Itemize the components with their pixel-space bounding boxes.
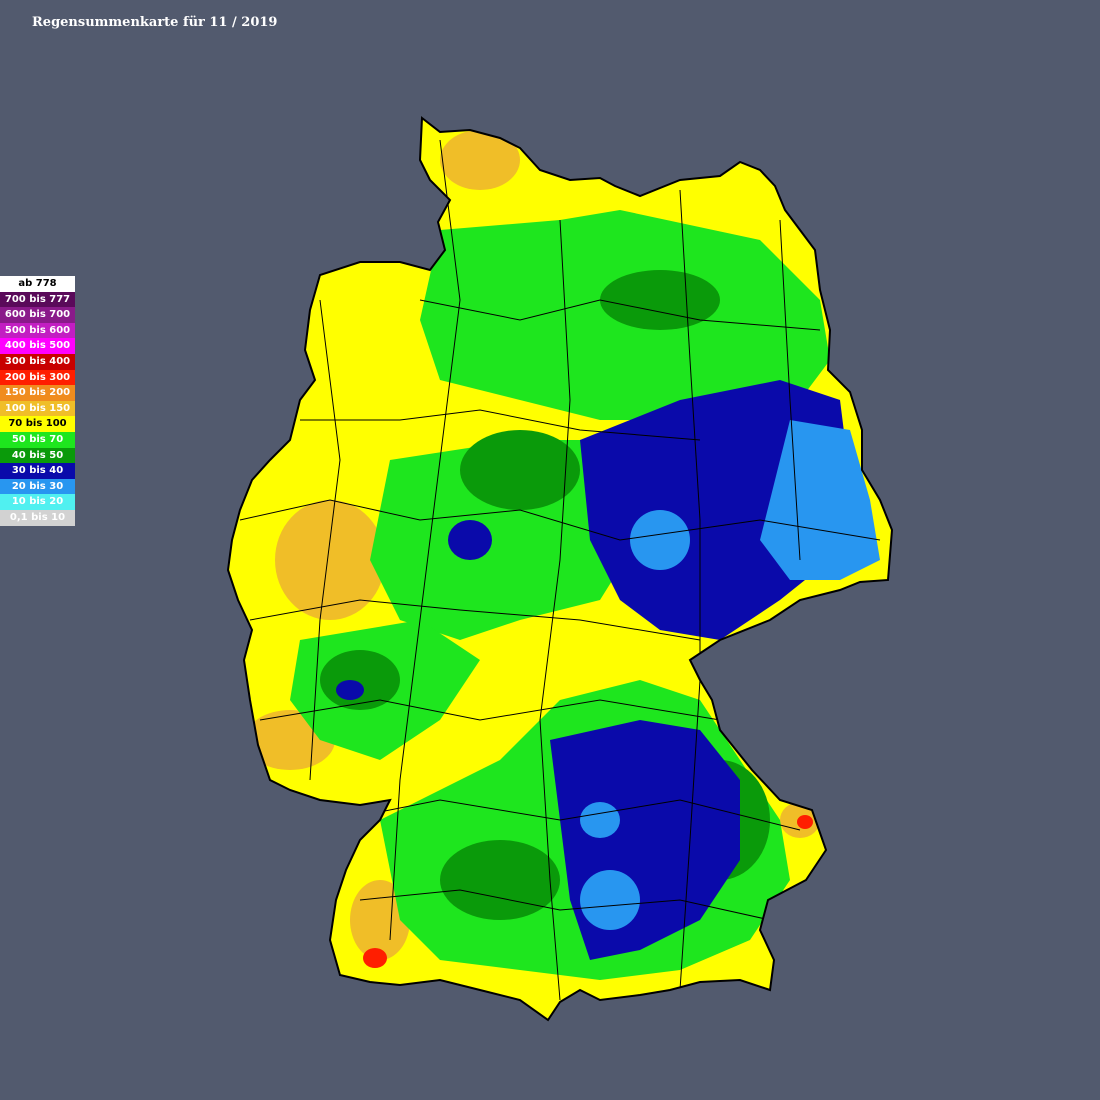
precipitation-fill [228,118,892,1020]
germany-precipitation-map [227,117,893,1021]
